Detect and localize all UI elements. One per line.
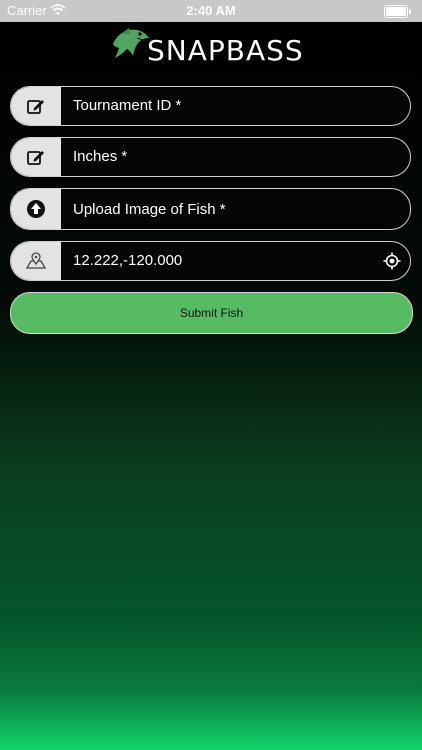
submit-fish-button[interactable]: Submit Fish xyxy=(10,292,413,334)
upload-image-button[interactable]: Upload Image of Fish * xyxy=(10,188,411,230)
bass-fish-icon xyxy=(113,28,149,58)
upload-icon xyxy=(11,189,61,229)
location-field[interactable]: 12.222,-120.000 xyxy=(10,241,411,281)
logo-text: SNAPBASS xyxy=(147,34,304,67)
snapbass-logo: SNAPBASS xyxy=(109,26,319,67)
location-value: 12.222,-120.000 xyxy=(73,252,183,269)
status-bar: Carrier 2:40 AM xyxy=(0,0,422,22)
inches-field[interactable]: Inches * xyxy=(10,137,411,177)
app-header: SNAPBASS xyxy=(0,22,422,68)
battery-icon xyxy=(384,5,411,18)
tournament-id-placeholder: Tournament ID * xyxy=(73,97,182,114)
edit-icon xyxy=(11,138,61,176)
tournament-id-field[interactable]: Tournament ID * xyxy=(10,86,411,126)
status-time: 2:40 AM xyxy=(186,3,236,18)
crosshair-icon[interactable] xyxy=(383,252,401,275)
upload-image-label: Upload Image of Fish * xyxy=(73,201,226,218)
map-icon xyxy=(11,242,61,280)
inches-placeholder: Inches * xyxy=(73,148,128,165)
edit-icon xyxy=(11,87,61,125)
